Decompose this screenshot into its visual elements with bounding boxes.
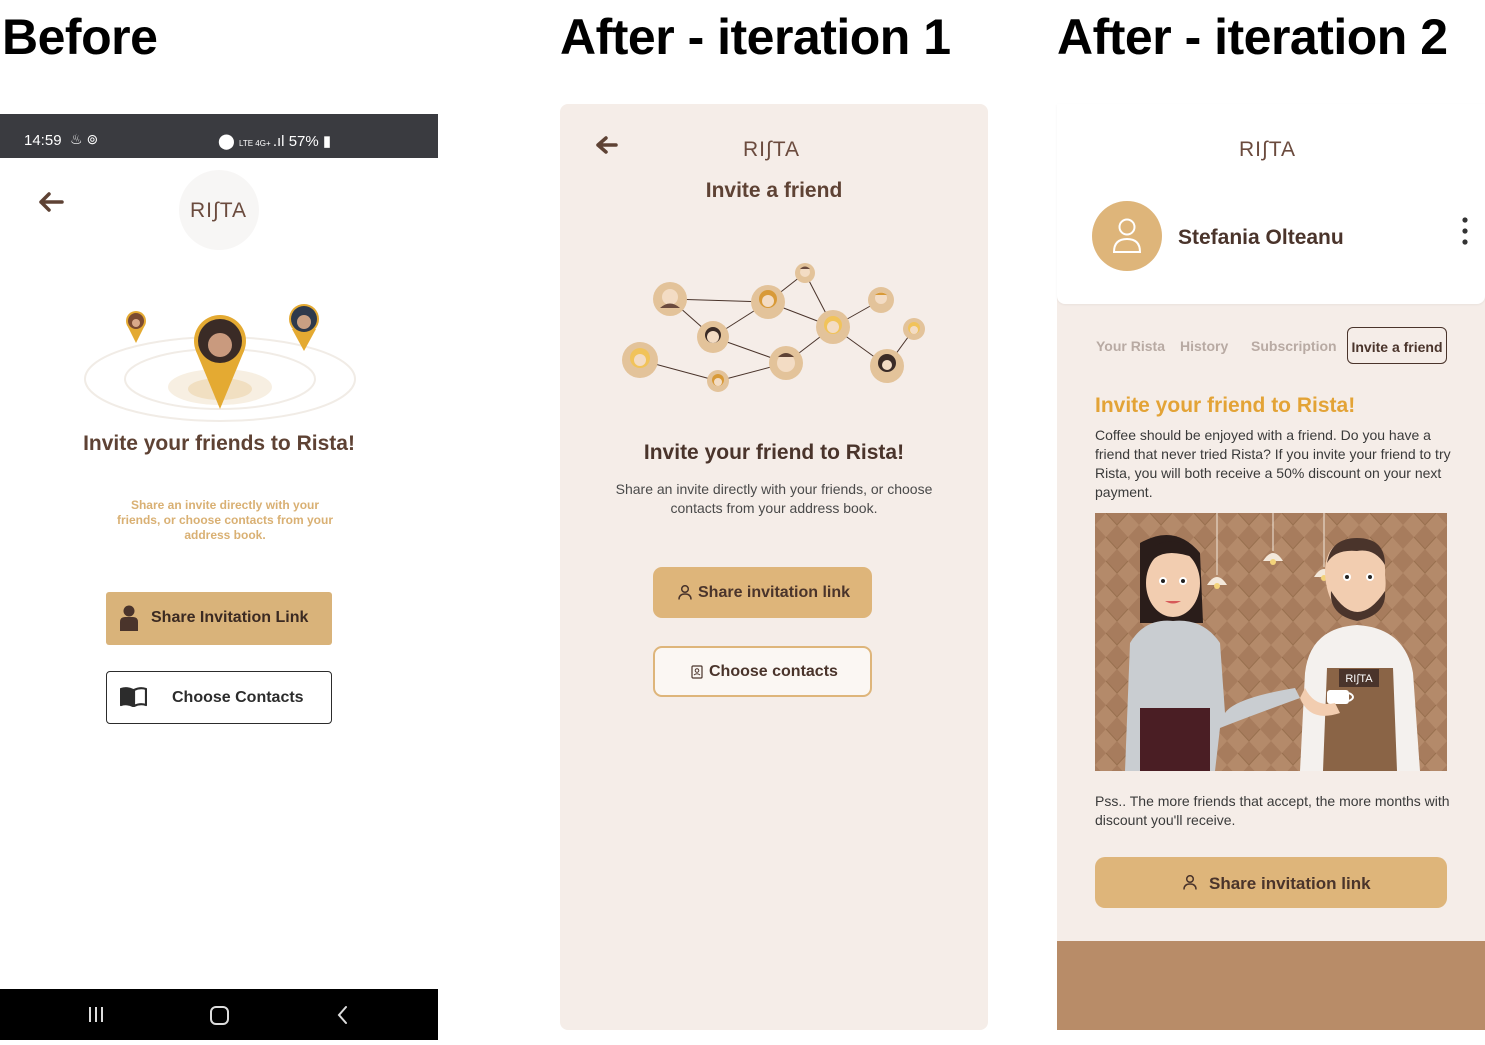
choose-contacts-label: Choose contacts [709,663,838,680]
tab-invite-a-friend[interactable]: Invite a friend [1347,327,1447,364]
screen-title: Invite a friend [705,179,843,202]
heading-before: Before [2,9,158,65]
user-icon [1112,218,1142,253]
iteration-2-screen: RI∫TA Stefania Olteanu Your Rista Histor… [1057,104,1485,1030]
share-invitation-link-label: Share invitation link [698,584,851,601]
battery-icon: ▮ [322,133,332,150]
heading-iteration-2: After - iteration 2 [1057,9,1448,65]
more-options-icon[interactable] [1460,217,1470,252]
page-title: Invite your friends to Rista! [83,432,355,455]
location-pins-illustration [80,299,360,429]
friends-network-illustration [615,259,935,404]
nav-icons [89,1006,347,1025]
choose-contacts-button[interactable]: Choose contacts [653,646,872,697]
status-right: ⬤ LTE 4G+ .ıl 57% ▮ [218,132,331,150]
heading-iteration-1: After - iteration 1 [560,9,951,65]
apron-logo: RI∫TA [1345,673,1373,685]
invite-heading: Invite your friend to Rista! [1095,394,1356,417]
person-icon [678,584,692,605]
share-invitation-link-label: Share invitation link [1209,874,1371,893]
recents-icon[interactable] [89,1007,103,1022]
share-invitation-link-button[interactable]: Share invitation link [653,567,872,618]
home-icon[interactable] [210,1006,229,1025]
choose-contacts-label: Choose Contacts [172,689,304,706]
tab-your-rista[interactable]: Your Rista [1096,338,1165,354]
location-icon: ⬤ [218,133,235,150]
invite-footnote: Pss.. The more friends that accept, the … [1095,793,1450,828]
tab-subscription[interactable]: Subscription [1251,338,1337,354]
user-name: Stefania Olteanu [1178,226,1344,249]
status-bar: 14:59 ♨ ⊚ ⬤ LTE 4G+ .ıl 57% ▮ [0,114,438,158]
share-invitation-link-button[interactable]: Share Invitation Link [106,592,332,645]
status-time: 14:59 [24,132,62,149]
rista-logo: RI∫TA [1239,138,1297,161]
battery-level: 57% [288,133,319,150]
back-arrow-icon[interactable] [596,136,618,159]
contacts-book-icon [691,665,703,684]
bottom-bar [1057,941,1485,1030]
person-icon [1183,874,1197,895]
signal-icon: .ıl [272,133,285,150]
network-icon: LTE 4G+ [238,139,273,148]
choose-contacts-button[interactable]: Choose Contacts [106,671,332,724]
coffee-friends-illustration: RI∫TA [1095,513,1447,771]
iteration-1-screen: RI∫TA Invite a friend Invite your friend… [560,104,988,1030]
person-icon [120,605,138,636]
tab-history[interactable]: History [1180,338,1228,354]
page-subtitle: Share an invite directly with your frien… [116,498,334,542]
rista-logo: RI∫TA [190,199,248,222]
before-screen: 14:59 ♨ ⊚ ⬤ LTE 4G+ .ıl 57% ▮ RI∫TA Invi… [0,114,438,1040]
back-arrow-icon[interactable] [38,192,64,217]
android-nav-bar [0,989,438,1040]
invite-subtitle: Share an invite directly with your frien… [615,481,933,516]
rista-logo: RI∫TA [743,138,801,161]
share-invitation-link-button[interactable]: Share invitation link [1095,857,1447,908]
avatar[interactable] [1092,201,1162,271]
invite-body-text: Coffee should be enjoyed with a friend. … [1095,427,1451,500]
notification-icons: ♨ ⊚ [70,131,99,147]
share-invitation-link-label: Share Invitation Link [151,609,309,626]
back-icon[interactable] [337,1006,347,1024]
book-icon [119,687,148,712]
invite-title: Invite your friend to Rista! [643,441,905,464]
